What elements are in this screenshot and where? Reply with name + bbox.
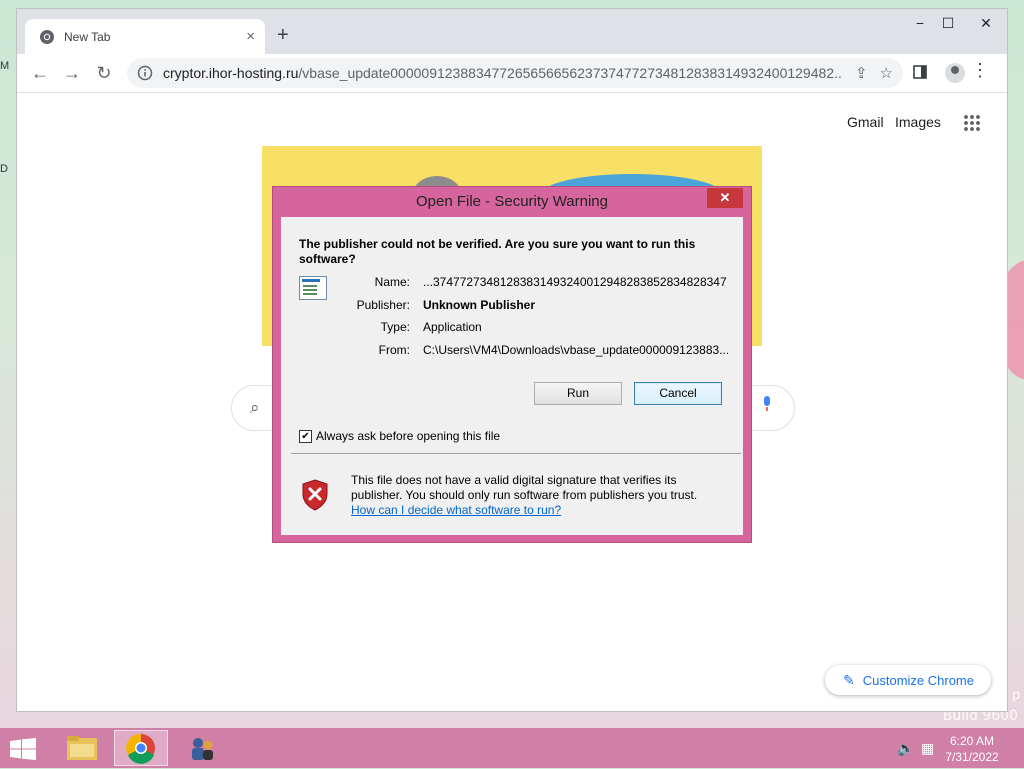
run-button[interactable]: Run — [534, 382, 622, 405]
side-panel-icon[interactable] — [913, 65, 927, 79]
dialog-headline: The publisher could not be verified. Are… — [299, 237, 696, 266]
dialog-close-button[interactable]: ✕ — [707, 188, 743, 208]
file-explorer-taskbar-button[interactable] — [56, 730, 110, 766]
dialog-body: The publisher could not be verified. Are… — [281, 217, 743, 535]
chrome-icon — [126, 733, 155, 764]
desktop-icon-stub[interactable]: D — [0, 163, 10, 177]
publisher-label: Publisher: — [356, 298, 410, 312]
browser-toolbar: ← → ↻ cryptor.ihor-hosting.ru/vbase_upda… — [17, 54, 1007, 93]
gmail-link[interactable]: Gmail — [847, 114, 884, 130]
type-value: Application — [423, 320, 482, 334]
tab-new-tab[interactable]: New Tab × — [25, 19, 265, 54]
build-glyph: p — [1012, 686, 1020, 702]
window-close-button[interactable]: ✕ — [971, 13, 1001, 33]
people-icon — [192, 738, 213, 760]
google-apps-icon[interactable] — [963, 114, 981, 132]
info-icon[interactable] — [137, 65, 153, 81]
minimize-button[interactable]: − — [905, 13, 935, 33]
cancel-button[interactable]: Cancel — [634, 382, 722, 405]
always-ask-checkbox[interactable]: ✔ — [299, 429, 312, 443]
desktop-icon-stub[interactable]: M — [0, 60, 10, 74]
red-shield-error-icon — [302, 479, 328, 511]
type-label: Type: — [380, 320, 410, 334]
publisher-value: Unknown Publisher — [423, 298, 536, 312]
search-icon: ⌕ — [250, 398, 260, 417]
images-link[interactable]: Images — [895, 114, 941, 130]
taskbar: 🔈 ▦ 6:20 AM 7/31/2022 — [0, 728, 1024, 768]
from-label: From: — [378, 343, 410, 357]
clock-time: 6:20 AM — [949, 734, 995, 748]
forward-arrow-icon[interactable]: → — [59, 60, 85, 86]
tab-title: New Tab — [64, 29, 111, 44]
tab-strip: New Tab × + − ☐ ✕ — [17, 9, 1007, 54]
security-warning-dialog: Open File - Security Warning ✕ The publi… — [272, 186, 752, 543]
warning-text: This file does not have a valid digital … — [351, 473, 698, 502]
volume-muted-icon[interactable]: 🔈 — [897, 740, 914, 757]
chrome-taskbar-button[interactable] — [114, 730, 168, 766]
info-row-publisher: Publisher: Unknown Publisher — [281, 298, 741, 314]
url-text[interactable]: cryptor.ihor-hosting.ru/vbase_update0000… — [163, 65, 843, 81]
address-bar[interactable]: cryptor.ihor-hosting.ru/vbase_update0000… — [127, 58, 903, 88]
help-link[interactable]: How can I decide what software to run? — [351, 503, 561, 517]
dialog-title: Open File - Security Warning — [415, 193, 608, 210]
pencil-icon: ✎ — [843, 671, 855, 688]
name-label: Name: — [374, 275, 410, 289]
url-host: cryptor.ihor-hosting.ru — [163, 65, 299, 81]
dialog-separator — [291, 453, 741, 454]
reload-icon[interactable]: ↻ — [91, 60, 117, 86]
bookmark-star-icon[interactable]: ☆ — [880, 64, 893, 82]
always-ask-row[interactable]: ✔ Always ask before opening this file — [299, 429, 500, 443]
profile-avatar-icon[interactable] — [945, 63, 965, 83]
network-icon[interactable]: ▦ — [921, 740, 934, 757]
menu-kebab-icon[interactable]: ⋮ — [971, 60, 989, 81]
chrome-tab-icon — [40, 29, 54, 44]
maximize-button[interactable]: ☐ — [933, 13, 963, 33]
url-path: /vbase_update000009123883477265656656237… — [298, 65, 843, 81]
windows-start-icon[interactable] — [10, 738, 36, 760]
from-value: C:\Users\VM4\Downloads\vbase_update00000… — [423, 343, 728, 357]
info-row-type: Type: Application — [281, 320, 741, 336]
name-value: ...3747727348128383149324001294828385283… — [423, 275, 728, 289]
customize-chrome-button[interactable]: ✎ Customize Chrome — [825, 665, 991, 695]
new-tab-button[interactable]: + — [277, 23, 289, 47]
customize-label: Customize Chrome — [862, 672, 974, 688]
clock-date: 7/31/2022 — [945, 750, 999, 764]
info-row-from: From: C:\Users\VM4\Downloads\vbase_updat… — [281, 343, 741, 359]
tab-close-icon[interactable]: × — [246, 29, 255, 44]
share-icon[interactable]: ⇪ — [855, 64, 868, 82]
info-row-name: Name: ...3747727348128383149324001294828… — [281, 275, 741, 291]
folder-icon — [67, 736, 97, 760]
system-clock[interactable]: 6:20 AM 7/31/2022 — [942, 733, 1002, 765]
signature-warning: This file does not have a valid digital … — [351, 473, 731, 518]
microphone-icon[interactable] — [762, 396, 772, 412]
app-taskbar-button[interactable] — [176, 730, 230, 766]
back-arrow-icon[interactable]: ← — [27, 60, 53, 86]
always-ask-label[interactable]: Always ask before opening this file — [316, 429, 500, 443]
